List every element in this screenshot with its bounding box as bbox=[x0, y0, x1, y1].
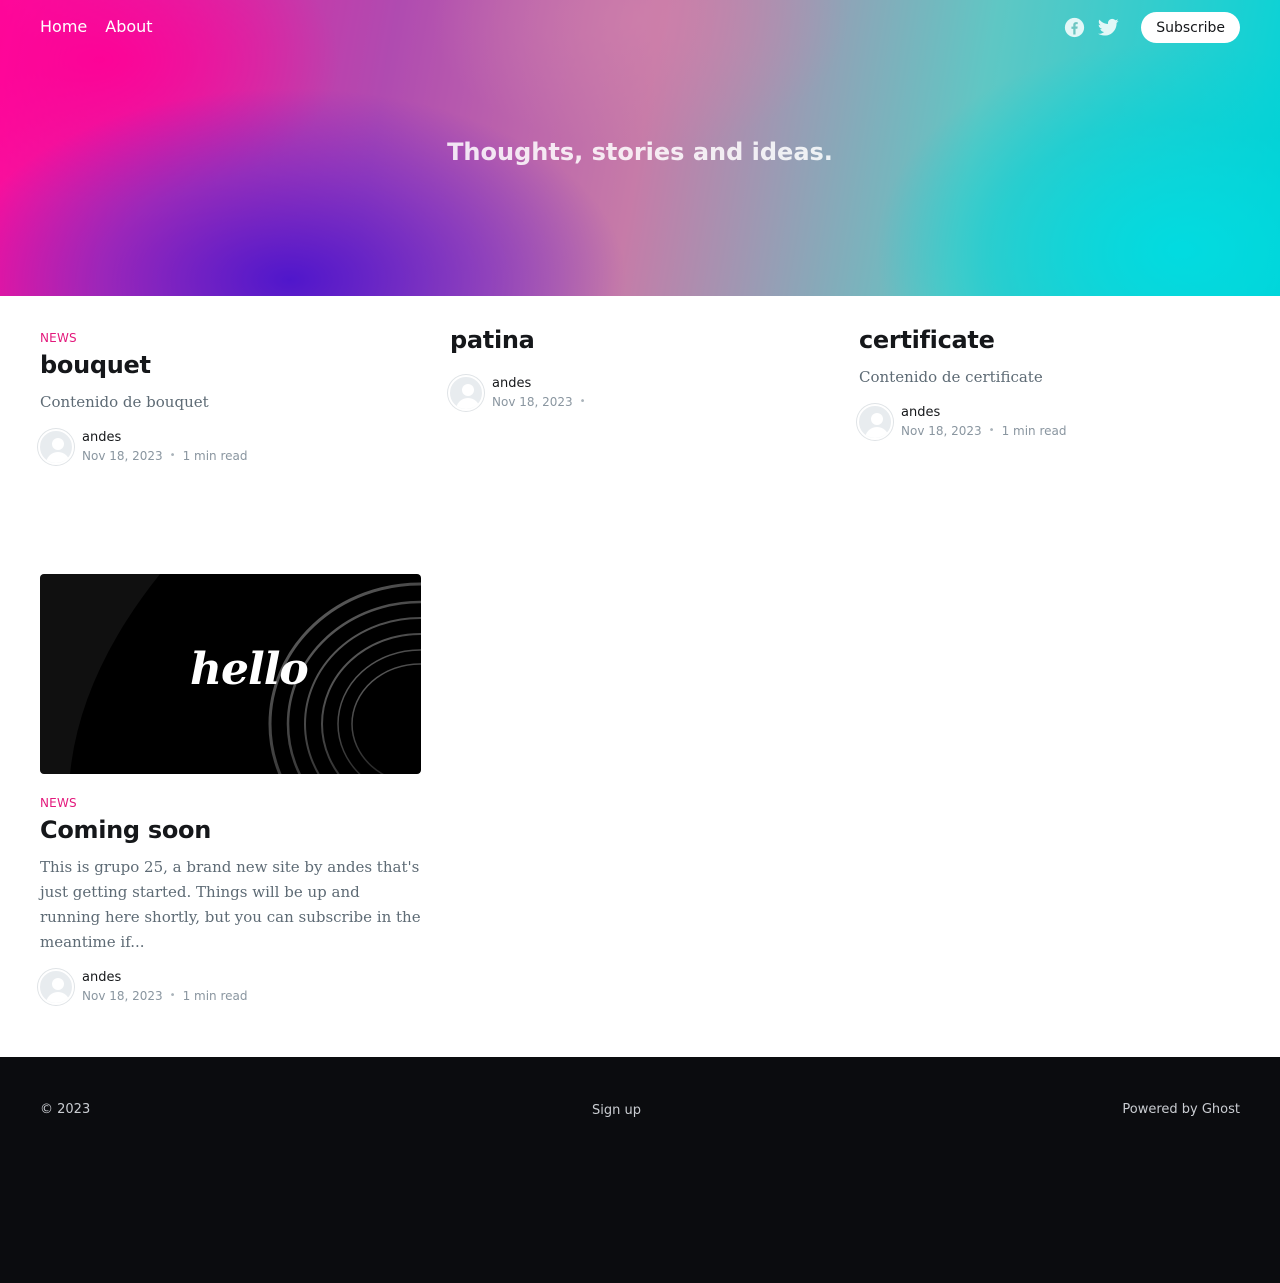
post-meta: andes Nov 18, 2023 • 1 min read bbox=[857, 403, 1240, 440]
post-excerpt: Contenido de bouquet bbox=[40, 392, 209, 411]
post-title[interactable]: certificate bbox=[859, 326, 1240, 355]
powered-by-link[interactable]: Powered by Ghost bbox=[1122, 1102, 1240, 1117]
post-meta: andes Nov 18, 2023 • bbox=[448, 374, 831, 411]
copyright: © 2023 bbox=[40, 1102, 91, 1117]
site-header: Home About Subscribe Thoughts, stories a… bbox=[0, 0, 1280, 296]
post-card[interactable]: News bouquet Contenido de bouquet andes … bbox=[38, 331, 421, 465]
avatar[interactable] bbox=[38, 428, 74, 465]
subscribe-button[interactable]: Subscribe bbox=[1141, 12, 1240, 43]
post-date: Nov 18, 2023 bbox=[901, 423, 982, 438]
author-name[interactable]: andes bbox=[82, 429, 248, 447]
avatar[interactable] bbox=[38, 968, 74, 1005]
site-tagline: Thoughts, stories and ideas. bbox=[447, 138, 833, 166]
post-title[interactable]: bouquet bbox=[40, 351, 421, 380]
post-meta: andes Nov 18, 2023 • 1 min read bbox=[38, 428, 421, 465]
avatar[interactable] bbox=[857, 403, 893, 440]
nav-home-link[interactable]: Home bbox=[40, 17, 87, 36]
separator-dot: • bbox=[579, 395, 586, 407]
author-name[interactable]: andes bbox=[82, 969, 248, 987]
site-footer: © 2023 Sign up Powered by Ghost bbox=[0, 1057, 1280, 1283]
separator-dot: • bbox=[169, 449, 176, 461]
post-date: Nov 18, 2023 bbox=[82, 988, 163, 1003]
post-image-text: hello bbox=[190, 644, 309, 695]
read-time: 1 min read bbox=[182, 448, 248, 463]
nav-about-link[interactable]: About bbox=[105, 17, 152, 36]
post-card[interactable]: certificate Contenido de certificate and… bbox=[857, 326, 1240, 440]
post-meta: andes Nov 18, 2023 • 1 min read bbox=[38, 968, 421, 1005]
separator-dot: • bbox=[169, 989, 176, 1001]
read-time: 1 min read bbox=[1001, 423, 1067, 438]
post-tag[interactable]: News bbox=[40, 796, 421, 810]
main-nav: Home About bbox=[40, 17, 153, 36]
post-card[interactable]: hello News Coming soon This is grupo 25,… bbox=[38, 574, 421, 1005]
post-title[interactable]: patina bbox=[450, 326, 831, 355]
avatar[interactable] bbox=[448, 374, 484, 411]
read-time: 1 min read bbox=[182, 988, 248, 1003]
facebook-icon[interactable] bbox=[1063, 17, 1085, 39]
post-feature-image[interactable]: hello bbox=[40, 574, 421, 774]
post-tag[interactable]: News bbox=[40, 331, 421, 345]
post-title[interactable]: Coming soon bbox=[40, 816, 421, 845]
header-actions: Subscribe bbox=[1063, 12, 1240, 43]
post-date: Nov 18, 2023 bbox=[82, 448, 163, 463]
post-excerpt: Contenido de certificate bbox=[859, 367, 1043, 386]
post-card[interactable]: patina andes Nov 18, 2023 • bbox=[448, 326, 831, 411]
author-name[interactable]: andes bbox=[492, 375, 586, 393]
post-excerpt: This is grupo 25, a brand new site by an… bbox=[40, 857, 421, 951]
separator-dot: • bbox=[988, 424, 995, 436]
signup-link[interactable]: Sign up bbox=[592, 1103, 641, 1118]
author-name[interactable]: andes bbox=[901, 404, 1067, 422]
twitter-icon[interactable] bbox=[1097, 17, 1119, 39]
post-date: Nov 18, 2023 bbox=[492, 394, 573, 409]
